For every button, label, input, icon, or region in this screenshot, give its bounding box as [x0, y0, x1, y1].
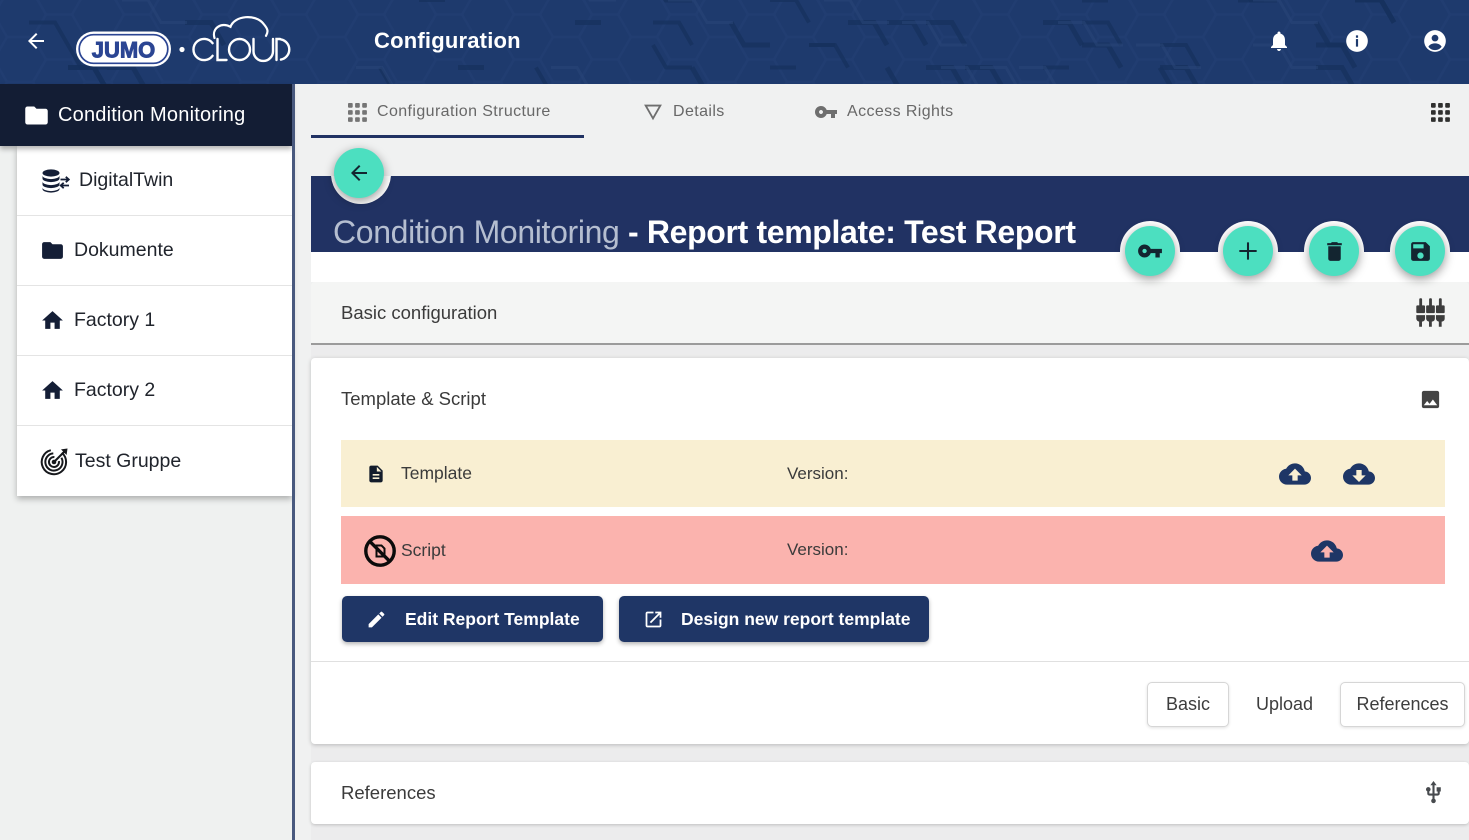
svg-text:JUMO: JUMO	[92, 38, 156, 63]
